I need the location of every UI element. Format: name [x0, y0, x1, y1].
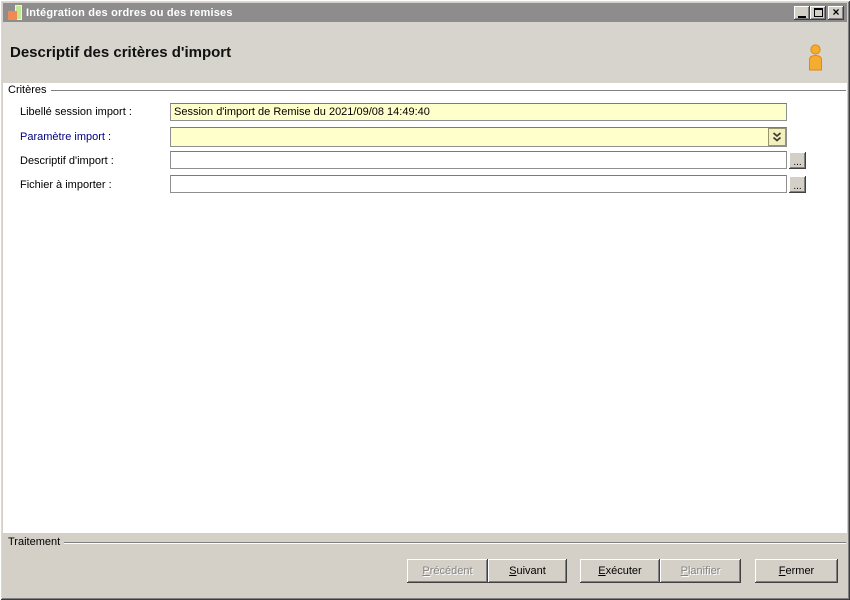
app-icon-orange-square: [8, 11, 17, 20]
fermer-button[interactable]: Fermer: [755, 559, 838, 583]
parametre-import-dropdown-button[interactable]: [768, 128, 786, 146]
page-title: Descriptif des critères d'import: [10, 44, 232, 61]
minimize-button[interactable]: [794, 5, 810, 20]
app-icon: [8, 5, 22, 20]
window-frame: Intégration des ordres ou des remises × …: [0, 0, 850, 600]
criteria-group-line: [50, 89, 846, 92]
descriptif-import-browse-button[interactable]: ...: [789, 152, 806, 169]
libelle-session-import-input[interactable]: [170, 103, 787, 121]
treatment-group-label: Traitement: [8, 536, 61, 548]
executer-button[interactable]: Exécuter: [580, 559, 660, 583]
parametre-import-combobox: [170, 127, 787, 147]
criteria-group-header: Critères: [8, 84, 846, 96]
parametre-import-input[interactable]: [170, 127, 787, 147]
criteria-group-label: Critères: [8, 84, 47, 96]
fichier-a-importer-input[interactable]: [170, 175, 787, 193]
label-descriptif-import: Descriptif d'import :: [20, 155, 114, 167]
minimize-icon: [798, 15, 806, 18]
treatment-group-line: [64, 541, 846, 544]
titlebar: Intégration des ordres ou des remises ×: [3, 3, 847, 22]
label-fichier-a-importer: Fichier à importer :: [20, 179, 112, 191]
double-chevron-down-icon: [772, 131, 782, 142]
descriptif-import-input[interactable]: [170, 151, 787, 169]
maximize-button[interactable]: [810, 5, 826, 20]
planifier-button[interactable]: Planifier: [660, 559, 741, 583]
window-title: Intégration des ordres ou des remises: [26, 6, 233, 19]
fichier-a-importer-browse-button[interactable]: ...: [789, 176, 806, 193]
maximize-icon: [813, 8, 823, 17]
treatment-group-header: Traitement: [8, 536, 846, 548]
label-parametre-import: Paramètre import :: [20, 131, 112, 143]
user-icon: [809, 44, 822, 71]
header: Descriptif des critères d'import: [3, 22, 847, 83]
close-button[interactable]: ×: [828, 5, 844, 20]
criteria-panel: Critères Libellé session import : Paramè…: [3, 83, 847, 533]
label-libelle-session-import: Libellé session import :: [20, 106, 132, 118]
treatment-panel: Traitement Précédent Suivant Exécuter Pl…: [3, 533, 847, 597]
precedent-button[interactable]: Précédent: [407, 559, 488, 583]
suivant-button[interactable]: Suivant: [488, 559, 567, 583]
